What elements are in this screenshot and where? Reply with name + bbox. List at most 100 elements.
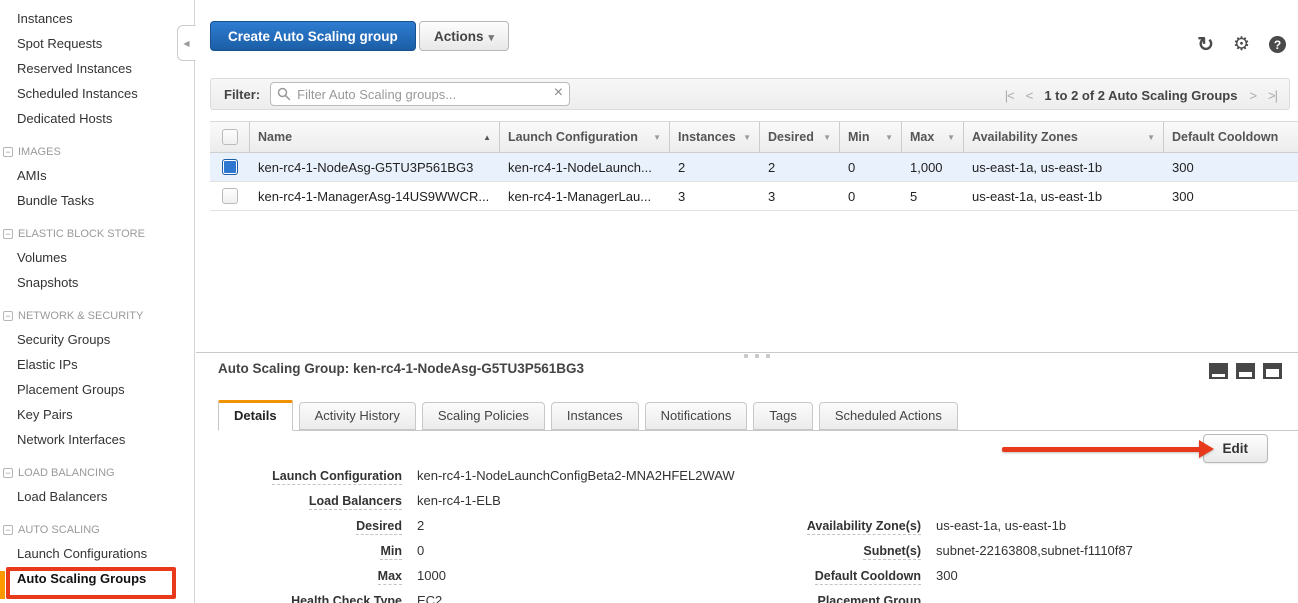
tab-notifications[interactable]: Notifications [645,402,748,430]
field-value: EC2 [417,593,442,603]
sidebar-item-snapshots[interactable]: Snapshots [0,270,194,295]
sort-icon: ▼ [885,133,893,142]
sidebar-item-auto-scaling-groups[interactable]: Auto Scaling Groups [0,566,194,591]
detail-field: Default Cooldown 300 [646,568,1133,593]
sidebar-item-instances[interactable]: Instances [0,6,194,31]
column-label: Availability Zones [972,130,1078,144]
table-row[interactable]: ken-rc4-1-ManagerAsg-14US9WWCR... ken-rc… [210,182,1298,211]
cell-max: 5 [902,182,964,210]
create-auto-scaling-group-button[interactable]: Create Auto Scaling group [210,21,416,51]
cell-name: ken-rc4-1-NodeAsg-G5TU3P561BG3 [250,153,500,181]
column-header-launch-configuration[interactable]: Launch Configuration ▼ [500,122,670,152]
sidebar-item-security-groups[interactable]: Security Groups [0,327,194,352]
sidebar-item-dedicated-hosts[interactable]: Dedicated Hosts [0,106,194,131]
cell-min: 0 [840,182,902,210]
field-value: ken-rc4-1-NodeLaunchConfigBeta2-MNA2HFEL… [417,468,735,483]
cell-azs: us-east-1a, us-east-1b [964,153,1164,181]
tab-activity-history[interactable]: Activity History [299,402,416,430]
asg-table: Name ▲ Launch Configuration ▼ Instances … [210,121,1298,211]
sidebar-item-load-balancers[interactable]: Load Balancers [0,484,194,509]
section-header-label: ELASTIC BLOCK STORE [18,223,145,245]
sidebar-item-amis[interactable]: AMIs [0,163,194,188]
detail-field: Placement Group [646,593,1133,603]
select-all-checkbox[interactable] [222,129,238,145]
column-header-instances[interactable]: Instances ▼ [670,122,760,152]
cell-cooldown: 300 [1164,182,1298,210]
gear-icon[interactable]: ⚙ [1233,33,1250,56]
detail-field: Availability Zone(s) us-east-1a, us-east… [646,518,1133,543]
collapse-section-icon[interactable]: − [3,468,13,478]
sidebar-item-placement-groups[interactable]: Placement Groups [0,377,194,402]
sidebar-item-launch-configurations[interactable]: Launch Configurations [0,541,194,566]
sort-asc-icon: ▲ [483,133,491,142]
toolbar-right-icons: ↻ ⚙ ? [1197,32,1286,57]
field-value: 300 [936,568,958,583]
pane-resize-handle[interactable] [744,354,770,358]
help-icon[interactable]: ? [1269,36,1286,53]
sidebar-item-bundle-tasks[interactable]: Bundle Tasks [0,188,194,213]
sidebar-item-key-pairs[interactable]: Key Pairs [0,402,194,427]
layout-bottom-large-icon[interactable] [1263,363,1282,379]
field-value: 1000 [417,568,446,583]
select-all-cell [210,122,250,152]
column-header-max[interactable]: Max ▼ [902,122,964,152]
layout-bottom-medium-icon[interactable] [1236,363,1255,379]
refresh-icon[interactable]: ↻ [1197,32,1214,57]
main-content: Create Auto Scaling group Actions▾ ↻ ⚙ ?… [196,0,1298,603]
cell-max: 1,000 [902,153,964,181]
cell-desired: 2 [760,153,840,181]
search-input[interactable] [270,82,570,106]
column-header-desired[interactable]: Desired ▼ [760,122,840,152]
collapse-arrow-icon: ◀ [183,39,189,48]
column-label: Max [910,130,934,144]
annotation-arrow [1002,440,1214,458]
field-label: Default Cooldown [815,569,921,585]
tab-scaling-policies[interactable]: Scaling Policies [422,402,545,430]
page-first-icon[interactable]: |< [1005,88,1014,103]
column-header-min[interactable]: Min ▼ [840,122,902,152]
column-header-default-cooldown[interactable]: Default Cooldown [1164,122,1298,152]
sidebar-item-elastic-ips[interactable]: Elastic IPs [0,352,194,377]
column-header-availability-zones[interactable]: Availability Zones ▼ [964,122,1164,152]
sort-icon: ▼ [743,133,751,142]
sidebar-item-scheduled-instances[interactable]: Scheduled Instances [0,81,194,106]
sidebar-item-reserved-instances[interactable]: Reserved Instances [0,56,194,81]
tab-scheduled-actions[interactable]: Scheduled Actions [819,402,958,430]
sidebar-section-auto-scaling: − AUTO SCALING [0,519,194,541]
table-row[interactable]: ken-rc4-1-NodeAsg-G5TU3P561BG3 ken-rc4-1… [210,153,1298,182]
sidebar-item-spot-requests[interactable]: Spot Requests [0,31,194,56]
field-label: Min [380,544,402,560]
page-prev-icon[interactable]: < [1026,88,1033,103]
sort-icon: ▼ [1147,133,1155,142]
actions-dropdown-button[interactable]: Actions▾ [419,21,509,51]
collapse-section-icon[interactable]: − [3,229,13,239]
field-label: Placement Group [818,594,922,603]
collapse-section-icon[interactable]: − [3,525,13,535]
edit-button[interactable]: Edit [1203,434,1269,463]
sidebar-item-volumes[interactable]: Volumes [0,245,194,270]
cell-launch-config: ken-rc4-1-NodeLaunch... [500,153,670,181]
row-checkbox-cell [210,182,250,210]
pagination: |< < 1 to 2 of 2 Auto Scaling Groups > >… [1005,79,1277,111]
pane-divider [196,352,1298,353]
page-last-icon[interactable]: >| [1268,88,1277,103]
tab-details[interactable]: Details [218,400,293,431]
selected-item-indicator-bar [0,571,5,599]
actions-label: Actions [434,29,484,44]
row-checkbox[interactable] [222,159,238,175]
row-checkbox[interactable] [222,188,238,204]
column-header-name[interactable]: Name ▲ [250,122,500,152]
layout-bottom-small-icon[interactable] [1209,363,1228,379]
sidebar: Instances Spot Requests Reserved Instanc… [0,0,195,603]
collapse-section-icon[interactable]: − [3,147,13,157]
sidebar-section-load-balancing: − LOAD BALANCING [0,462,194,484]
cell-name: ken-rc4-1-ManagerAsg-14US9WWCR... [250,182,500,210]
sidebar-item-network-interfaces[interactable]: Network Interfaces [0,427,194,452]
page-next-icon[interactable]: > [1249,88,1256,103]
clear-search-icon[interactable]: × [554,84,563,102]
tab-tags[interactable]: Tags [753,402,812,430]
sidebar-collapse-toggle[interactable]: ◀ [177,25,196,61]
sidebar-section-ebs: − ELASTIC BLOCK STORE [0,223,194,245]
collapse-section-icon[interactable]: − [3,311,13,321]
tab-instances[interactable]: Instances [551,402,639,430]
